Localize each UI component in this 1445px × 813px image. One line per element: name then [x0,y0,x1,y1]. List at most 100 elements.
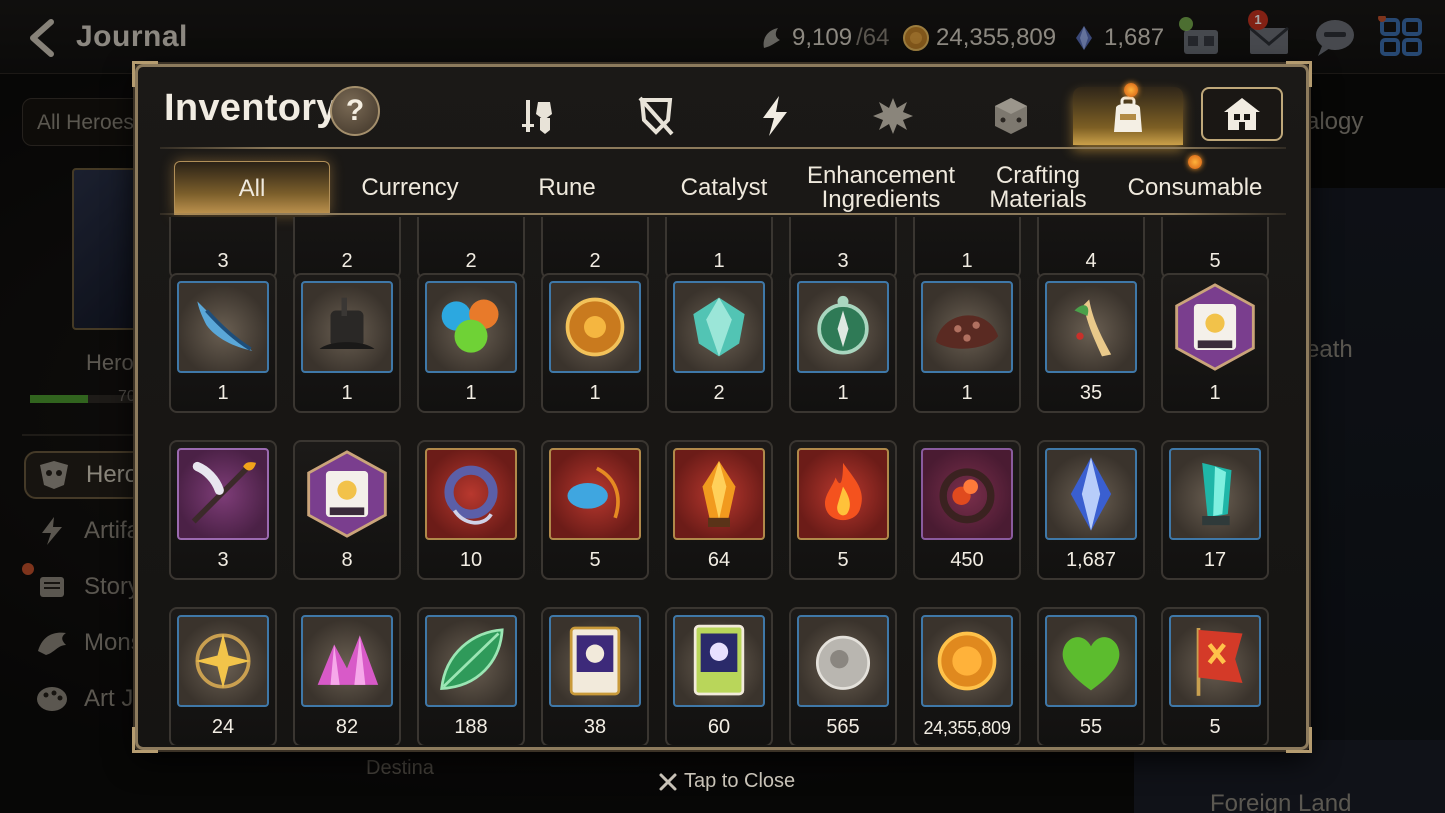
pet-pack-icon [301,448,393,540]
inventory-item[interactable]: 1 [1161,273,1269,413]
panel-corner [1286,61,1312,87]
teal-crystal-icon [1169,448,1261,540]
tab-dice[interactable] [956,87,1066,145]
item-quantity: 10 [459,549,483,571]
item-quantity: 8 [341,549,353,571]
item-quantity: 35 [1079,382,1103,404]
item-quantity: 17 [1203,549,1227,571]
blue-charm-icon [549,448,641,540]
item-quantity: 188 [454,716,488,738]
inventory-item[interactable]: 5 [1161,607,1269,745]
teal-gem-icon [673,281,765,373]
inventory-item[interactable]: 2 [293,217,401,279]
inventory-item[interactable]: 3 [789,217,897,279]
inventory-item[interactable]: 55 [1037,607,1145,745]
item-quantity: 1 [837,382,849,404]
inventory-item[interactable]: 565 [789,607,897,745]
feather-wand-icon [177,448,269,540]
item-quantity: 82 [335,716,359,738]
subtab-consumable[interactable]: Consumable [1117,161,1273,215]
star-charm-icon [177,615,269,707]
inventory-item[interactable]: 4 [1037,217,1145,279]
bag-icon [1114,96,1142,132]
inventory-item[interactable]: 8 [293,440,401,580]
tab-monster[interactable] [838,87,948,145]
subtab-label: Crafting Materials [989,162,1087,213]
tab-house[interactable] [1201,87,1283,141]
item-quantity: 60 [707,716,731,738]
inventory-panel: Inventory ? All Currency Rune Catalyst E… [132,61,1312,753]
inventory-item[interactable]: 2 [417,217,525,279]
inventory-item[interactable]: 1 [169,273,277,413]
item-quantity: 2 [589,250,601,272]
item-quantity: 2 [465,250,477,272]
ginseng-icon [1045,281,1137,373]
purple-ring-icon [425,448,517,540]
inventory-item[interactable]: 3 [169,440,277,580]
close-icon [659,773,677,790]
subtab-currency[interactable]: Currency [332,161,488,215]
item-quantity: 2 [713,382,725,404]
inventory-item[interactable]: 5 [789,440,897,580]
inventory-item[interactable]: 188 [417,607,525,745]
item-quantity: 4 [1085,250,1097,272]
inventory-item[interactable]: 2 [665,273,773,413]
item-quantity: 55 [1079,716,1103,738]
tap-to-close[interactable]: Tap to Close [658,770,795,793]
inventory-item[interactable]: 1 [293,273,401,413]
tab-lightning[interactable] [720,87,830,145]
inventory-item[interactable]: 1 [913,217,1021,279]
subtab-enhancement-ingredients[interactable]: Enhancement Ingredients [803,161,959,215]
gold-card-icon [673,615,765,707]
item-quantity: 1 [341,382,353,404]
notification-dot [1188,155,1202,169]
slime-orbs-icon [425,281,517,373]
inventory-item[interactable]: 38 [541,607,649,745]
game-screen: Journal 9,109 /64 24,355,809 1,687 1 All… [0,0,1445,813]
inventory-item[interactable]: 24 [169,607,277,745]
tab-artifact[interactable] [601,87,711,145]
help-button[interactable]: ? [330,86,380,136]
inventory-item[interactable]: 1 [789,273,897,413]
item-quantity: 3 [837,250,849,272]
item-quantity: 1 [589,382,601,404]
broken-shield-icon [638,96,674,136]
subtab-rune[interactable]: Rune [489,161,645,215]
subtab-label: Enhancement Ingredients [806,162,956,213]
item-quantity: 5 [589,549,601,571]
tab-hero-equipment[interactable] [483,87,593,145]
inventory-item[interactable]: 3 [169,217,277,279]
item-quantity: 1 [465,382,477,404]
inventory-item[interactable]: 450 [913,440,1021,580]
inventory-item[interactable]: 5 [1161,217,1269,279]
gold-coin-icon [921,615,1013,707]
close-hint-label: Tap to Close [684,770,796,792]
inventory-item[interactable]: 24,355,809 [913,607,1021,745]
subtab-all[interactable]: All [174,161,330,215]
inventory-item[interactable]: 35 [1037,273,1145,413]
subtab-crafting-materials[interactable]: Crafting Materials [960,161,1116,215]
subtab-catalyst[interactable]: Catalyst [646,161,802,215]
silver-coin-icon [797,615,889,707]
inventory-item[interactable]: 64 [665,440,773,580]
inventory-item[interactable]: 10 [417,440,525,580]
sun-coin-icon [549,281,641,373]
divider [160,147,1286,149]
item-quantity: 5 [837,549,849,571]
inventory-item[interactable]: 60 [665,607,773,745]
item-quantity: 1,687 [1065,549,1117,571]
inventory-item[interactable]: 17 [1161,440,1269,580]
inventory-item[interactable]: 1 [417,273,525,413]
item-quantity: 3 [217,250,229,272]
inventory-item[interactable]: 1 [665,217,773,279]
item-quantity: 5 [1209,716,1221,738]
inventory-item[interactable]: 1,687 [1037,440,1145,580]
inventory-item[interactable]: 82 [293,607,401,745]
item-quantity: 2 [341,250,353,272]
inventory-item[interactable]: 1 [913,273,1021,413]
orange-crystal-icon [673,448,765,540]
inventory-item[interactable]: 5 [541,440,649,580]
inventory-item[interactable]: 1 [541,273,649,413]
inventory-item[interactable]: 2 [541,217,649,279]
item-quantity: 1 [1209,382,1221,404]
